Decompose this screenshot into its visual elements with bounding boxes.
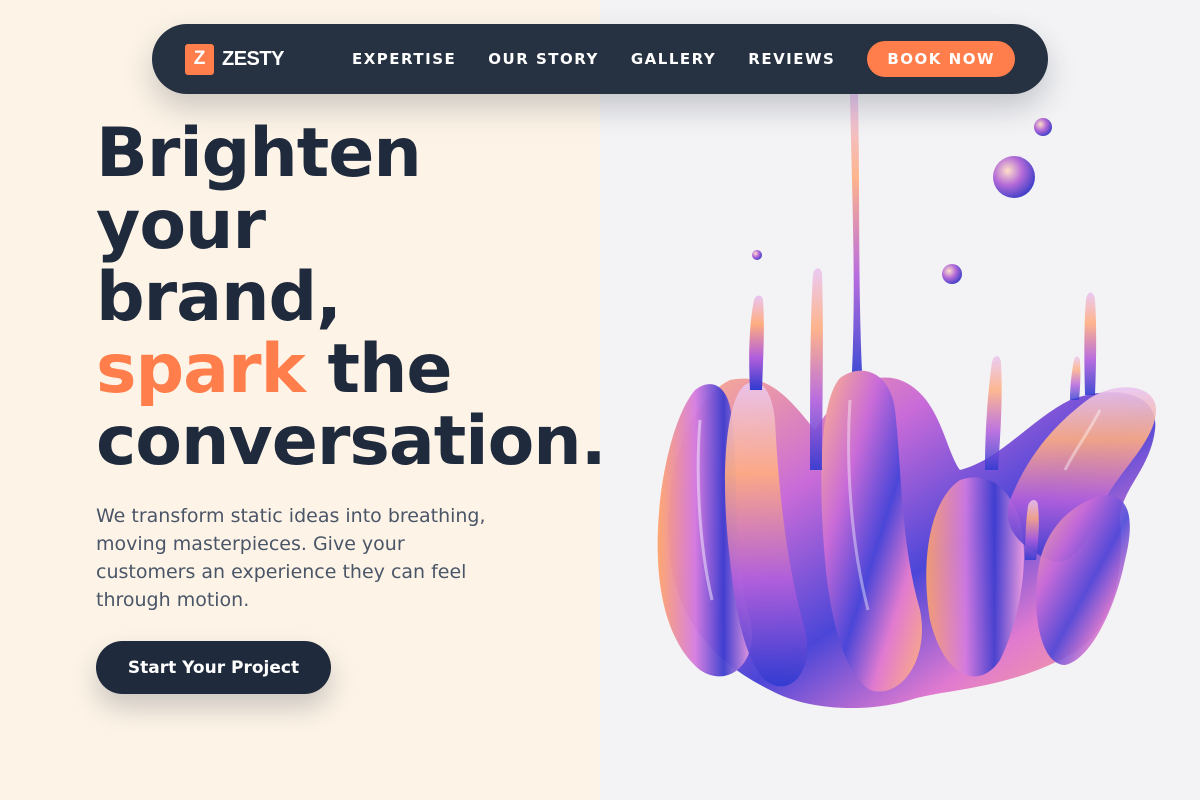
nav-link-expertise[interactable]: EXPERTISE: [352, 50, 456, 68]
nav-links: EXPERTISE OUR STORY GALLERY REVIEWS BOOK…: [352, 41, 1015, 77]
start-project-button[interactable]: Start Your Project: [96, 641, 331, 694]
nav-link-our-story[interactable]: OUR STORY: [488, 50, 599, 68]
logo-icon: Z: [185, 43, 214, 75]
headline-accent-word: spark: [96, 330, 306, 409]
top-navigation-bar: Z ZESTY EXPERTISE OUR STORY GALLERY REVI…: [152, 24, 1048, 94]
brand-logo[interactable]: Z ZESTY: [185, 43, 284, 75]
headline-line-3: brand,: [96, 258, 342, 337]
liquid-splash-illustration: [657, 94, 1156, 709]
book-now-button[interactable]: BOOK NOW: [867, 41, 1015, 77]
headline-line-1: Brighten: [96, 114, 422, 193]
headline-line-5: conversation.: [96, 402, 607, 481]
headline-line-2: your: [96, 186, 266, 265]
hero-description: We transform static ideas into breathing…: [96, 505, 486, 611]
nav-link-reviews[interactable]: REVIEWS: [748, 50, 835, 68]
nav-link-gallery[interactable]: GALLERY: [631, 50, 716, 68]
hero-visual-panel: [600, 0, 1200, 800]
brand-name: ZESTY: [222, 47, 284, 70]
hero-headline: Brighten your brand, spark the conversat…: [96, 118, 616, 478]
headline-line-4-rest: the: [304, 330, 452, 409]
